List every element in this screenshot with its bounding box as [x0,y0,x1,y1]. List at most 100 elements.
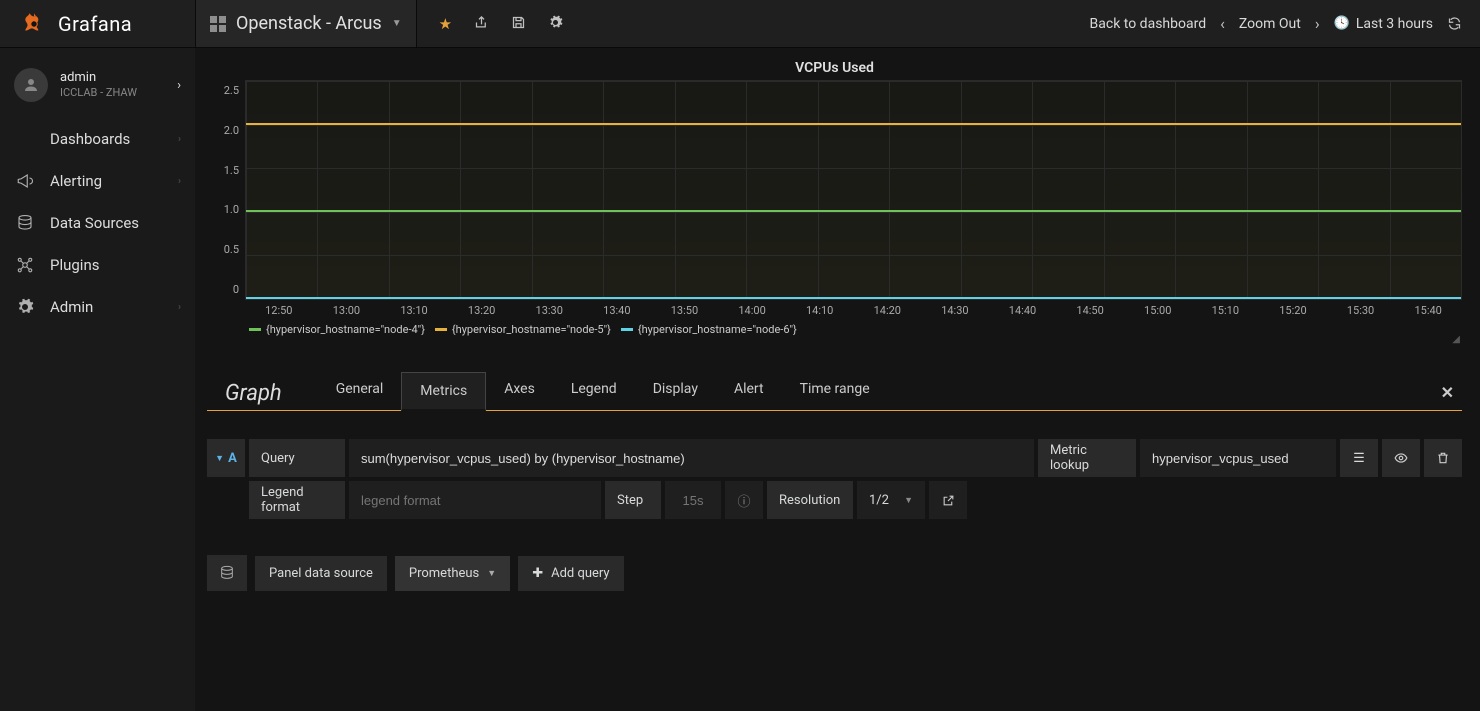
back-to-dashboard-link[interactable]: Back to dashboard [1090,16,1207,32]
plus-icon: ✚ [532,566,543,581]
metric-lookup-input[interactable] [1140,439,1336,477]
sidebar-item-datasources[interactable]: Data Sources [0,202,195,244]
metric-lookup-label: Metric lookup [1038,439,1136,477]
legend-item[interactable]: {hypervisor_hostname="node-6"} [621,323,797,336]
sidebar-item-label: Alerting [50,172,164,190]
brand-logo[interactable]: Grafana [0,10,195,38]
chevron-right-icon: › [178,134,181,145]
chevron-right-icon[interactable]: › [1315,14,1320,33]
tab-metrics[interactable]: Metrics [401,372,486,411]
menu-icon[interactable]: ☰ [1340,439,1378,477]
zoom-out-button[interactable]: Zoom Out [1239,16,1301,32]
x-tick: 13:00 [313,304,381,317]
dashboards-icon [210,16,226,32]
panel-title[interactable]: VCPUs Used [207,56,1462,80]
legend-swatch-icon [435,328,447,331]
plugin-icon [14,256,36,274]
x-tick: 12:50 [245,304,313,317]
save-icon[interactable] [511,15,526,33]
legend-swatch-icon [621,328,633,331]
x-tick: 15:40 [1394,304,1462,317]
query-row-toggle[interactable]: ▼A [207,439,245,477]
sidebar-item-label: Data Sources [50,214,181,232]
content-area: VCPUs Used 2.52.01.51.00.50 12:5013:0013… [195,48,1480,711]
trash-icon[interactable] [1424,439,1462,477]
datasource-select[interactable]: Prometheus▼ [395,556,510,591]
add-query-button[interactable]: ✚Add query [518,556,623,591]
sidebar-item-admin[interactable]: Admin › [0,286,195,328]
avatar-icon [14,68,48,102]
dashboard-title: Openstack - Arcus [236,13,382,34]
y-tick: 0.5 [207,243,239,256]
sidebar-item-plugins[interactable]: Plugins [0,244,195,286]
sidebar-item-dashboards[interactable]: Dashboards › [0,118,195,160]
time-range-picker[interactable]: 🕓 Last 3 hours [1334,16,1433,32]
topbar-right: Back to dashboard ‹ Zoom Out › 🕓 Last 3 … [1090,14,1480,33]
series-line [246,123,1461,125]
tab-display[interactable]: Display [635,371,716,410]
brand-name: Grafana [58,12,132,36]
x-tick: 14:00 [718,304,786,317]
legend-format-label: Legend format [249,481,345,519]
x-tick: 14:30 [921,304,989,317]
y-tick: 1.0 [207,203,239,216]
time-range-label: Last 3 hours [1356,16,1433,32]
user-name: admin [60,70,137,86]
legend-label: {hypervisor_hostname="node-4"} [266,323,425,336]
tab-general[interactable]: General [318,371,402,410]
sidebar-item-alerting[interactable]: Alerting › [0,160,195,202]
dashboard-picker[interactable]: Openstack - Arcus ▼ [195,0,417,47]
resolution-select[interactable]: 1/2▼ [857,481,925,519]
user-menu[interactable]: admin ICCLAB - ZHAW › [0,62,195,118]
legend-label: {hypervisor_hostname="node-5"} [452,323,611,336]
query-label: Query [249,439,345,477]
x-axis: 12:5013:0013:1013:2013:3013:4013:5014:00… [245,304,1462,317]
info-icon[interactable]: ⓘ [725,481,763,519]
query-expression-input[interactable] [349,439,1034,477]
settings-gear-icon[interactable] [548,15,563,33]
y-tick: 2.0 [207,124,239,137]
clock-icon: 🕓 [1334,16,1350,31]
grafana-logo-icon [20,10,48,38]
database-icon [207,555,247,591]
refresh-icon[interactable] [1447,16,1462,31]
star-icon[interactable]: ★ [439,15,452,33]
tab-alert[interactable]: Alert [716,371,782,410]
x-tick: 14:40 [989,304,1057,317]
tab-legend[interactable]: Legend [553,371,635,410]
legend-item[interactable]: {hypervisor_hostname="node-4"} [249,323,425,336]
step-label: Step [605,481,661,519]
plot-area[interactable] [245,80,1462,300]
panel-datasource-label: Panel data source [255,556,387,591]
panel-type-label: Graph [207,381,318,410]
tab-time-range[interactable]: Time range [782,371,888,410]
step-input[interactable] [665,481,721,519]
x-tick: 15:30 [1327,304,1395,317]
x-tick: 15:20 [1259,304,1327,317]
x-tick: 13:10 [380,304,448,317]
sidebar-item-label: Dashboards [50,130,164,148]
user-org: ICCLAB - ZHAW [60,86,137,100]
y-axis: 2.52.01.51.00.50 [207,80,245,300]
x-tick: 15:10 [1192,304,1260,317]
dashboards-icon [14,131,36,147]
legend-format-input[interactable] [349,481,601,519]
share-icon[interactable] [474,15,489,33]
x-tick: 14:50 [1056,304,1124,317]
sidebar-item-label: Admin [50,298,164,316]
database-icon [14,214,36,232]
topbar: Grafana Openstack - Arcus ▼ ★ Back to da… [0,0,1480,48]
caret-down-icon: ▼ [392,18,402,29]
x-tick: 13:40 [583,304,651,317]
datasource-row: Panel data source Prometheus▼ ✚Add query [207,555,1462,591]
eye-icon[interactable] [1382,439,1420,477]
chevron-left-icon[interactable]: ‹ [1220,14,1225,33]
x-tick: 14:20 [853,304,921,317]
legend-item[interactable]: {hypervisor_hostname="node-5"} [435,323,611,336]
resolution-label: Resolution [767,481,853,519]
tab-axes[interactable]: Axes [486,371,553,410]
link-out-icon[interactable] [929,481,967,519]
series-line [246,297,1461,299]
close-editor-icon[interactable]: ✕ [1433,375,1462,410]
legend-swatch-icon [249,328,261,331]
